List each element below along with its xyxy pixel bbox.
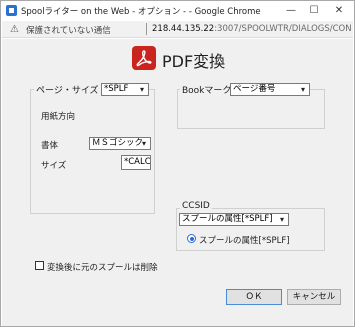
url-path: :3007/SPOOLWTR/DIALOGS/CON...: [214, 24, 352, 34]
warning-icon[interactable]: ⚠: [9, 24, 20, 35]
address-bar[interactable]: ⚠ 保護されていない通信 218.44.135.22:3007/SPOOLWTR…: [2, 21, 353, 38]
minimize-button[interactable]: —: [280, 3, 302, 19]
ccsid-radio[interactable]: [187, 234, 196, 243]
size-label: サイズ: [41, 161, 67, 171]
cancel-button[interactable]: キャンセル: [287, 289, 341, 305]
chevron-down-icon: ▾: [141, 139, 146, 148]
chevron-down-icon: ▾: [300, 85, 305, 94]
size-input[interactable]: *CALC: [121, 155, 151, 170]
chrome-app-icon: [6, 5, 17, 16]
dialog-title: PDF変換: [162, 52, 226, 71]
title-bar: Spoolライター on the Web - オプション - - Google …: [1, 1, 354, 21]
chevron-down-icon: ▾: [279, 215, 284, 224]
insecure-label[interactable]: 保護されていない通信: [26, 24, 111, 36]
ccsid-radio-label[interactable]: スプールの属性[*SPLF]: [199, 234, 290, 246]
pdf-icon: [132, 46, 156, 70]
ccsid-select-value: スプールの属性[*SPLF]: [182, 214, 273, 224]
dialog-content: PDF変換 ページ・サイズ *SPLF ▾ 用紙方向 書体 ＭＳゴシック ▾ サ…: [2, 39, 353, 326]
font-label: 書体: [41, 141, 59, 151]
url-text[interactable]: 218.44.135.22:3007/SPOOLWTR/DIALOGS/CON.…: [152, 24, 352, 34]
ccsid-legend: CCSID: [180, 201, 212, 211]
delete-after-checkbox[interactable]: [35, 261, 44, 270]
delete-after-label[interactable]: 変換後に元のスプールは削除: [47, 261, 158, 273]
ok-button[interactable]: ＯＫ: [226, 289, 282, 305]
window-title: Spoolライター on the Web - オプション - - Google …: [21, 7, 261, 17]
font-select-value: ＭＳゴシック: [92, 138, 144, 148]
address-separator: [146, 23, 147, 35]
ccsid-select[interactable]: スプールの属性[*SPLF] ▾: [179, 213, 289, 226]
orientation-label: 用紙方向: [41, 112, 76, 122]
chevron-down-icon: ▾: [139, 85, 144, 94]
bookmark-select[interactable]: ページ番号 ▾: [230, 83, 310, 96]
bookmark-legend: Bookマーク: [180, 83, 234, 96]
page-size-legend: ページ・サイズ: [34, 83, 101, 96]
browser-window: Spoolライター on the Web - オプション - - Google …: [0, 0, 355, 327]
page-size-group: [30, 89, 155, 214]
url-host: 218.44.135.22: [152, 24, 215, 34]
font-select[interactable]: ＭＳゴシック ▾: [89, 137, 151, 150]
maximize-button[interactable]: ☐: [303, 3, 325, 19]
bookmark-select-value: ページ番号: [233, 84, 276, 94]
page-size-select[interactable]: *SPLF ▾: [101, 83, 149, 96]
page-size-select-value: *SPLF: [104, 84, 129, 94]
close-button[interactable]: ✕: [328, 3, 350, 19]
